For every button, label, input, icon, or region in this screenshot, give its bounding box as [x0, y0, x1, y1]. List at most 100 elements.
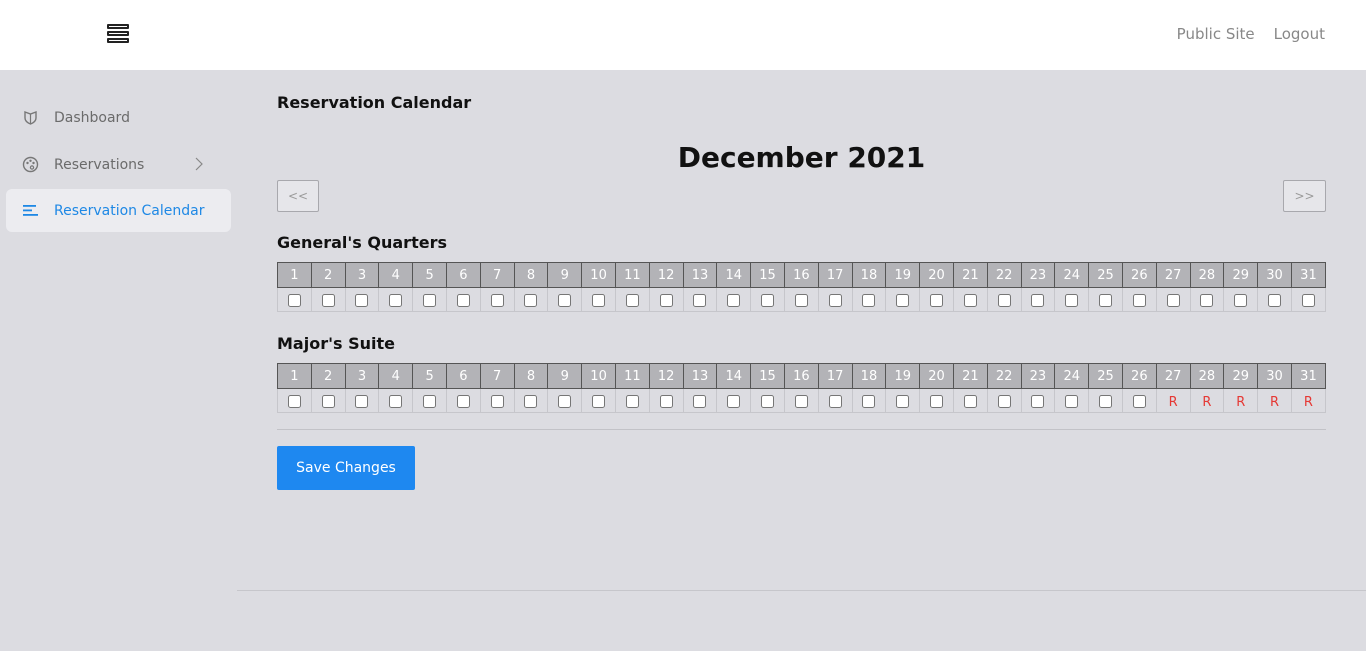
day-header: 29: [1223, 363, 1259, 389]
day-cell: [547, 388, 583, 413]
day-checkbox[interactable]: [794, 294, 808, 307]
day-checkbox[interactable]: [963, 294, 977, 307]
day-cell: [445, 287, 481, 312]
day-checkbox[interactable]: [355, 294, 369, 307]
day-checkbox[interactable]: [1166, 294, 1180, 307]
day-checkbox[interactable]: [896, 395, 910, 408]
day-header: 26: [1121, 363, 1157, 389]
logout-link[interactable]: Logout: [1274, 25, 1325, 43]
day-header: 17: [817, 363, 853, 389]
day-cell: [277, 287, 312, 312]
day-checkbox[interactable]: [963, 395, 977, 408]
day-checkbox[interactable]: [862, 395, 876, 408]
day-checkbox[interactable]: [761, 395, 775, 408]
day-checkbox[interactable]: [625, 395, 639, 408]
day-header: 22: [986, 363, 1022, 389]
previous-month-button[interactable]: <<: [277, 180, 319, 212]
day-cell: R: [1290, 388, 1327, 413]
day-checkbox[interactable]: [321, 395, 335, 408]
day-checkbox[interactable]: [558, 395, 572, 408]
day-checkbox[interactable]: [930, 395, 944, 408]
day-cell: [614, 388, 650, 413]
day-checkbox[interactable]: [659, 395, 673, 408]
day-checkbox[interactable]: [828, 395, 842, 408]
day-checkbox[interactable]: [524, 395, 538, 408]
day-header: 16: [783, 262, 819, 288]
day-checkbox[interactable]: [997, 294, 1011, 307]
day-header: 21: [952, 262, 988, 288]
day-checkbox[interactable]: [456, 294, 470, 307]
day-checkbox[interactable]: [997, 395, 1011, 408]
day-checkbox[interactable]: [625, 294, 639, 307]
day-checkbox[interactable]: [592, 395, 606, 408]
day-checkbox[interactable]: [862, 294, 876, 307]
day-checkbox[interactable]: [423, 395, 437, 408]
day-checkbox[interactable]: [1200, 294, 1214, 307]
day-header: 13: [682, 262, 718, 288]
day-checkbox[interactable]: [423, 294, 437, 307]
day-checkbox[interactable]: [287, 395, 301, 408]
day-header: 12: [648, 262, 684, 288]
day-cell: [277, 388, 312, 413]
day-checkbox[interactable]: [524, 294, 538, 307]
chevron-right-icon: [195, 157, 203, 171]
day-checkbox[interactable]: [1065, 395, 1079, 408]
day-checkbox[interactable]: [287, 294, 301, 307]
day-header-row: 1 2 3 4 5 6 7 8 9 10 11 12 13 14 15 16 17 18 19 20 21 22 23 24 2…: [277, 262, 1327, 288]
save-changes-button[interactable]: Save Changes: [277, 446, 415, 490]
hamburger-icon[interactable]: [107, 24, 129, 44]
day-checkbox[interactable]: [727, 395, 741, 408]
day-cell: [986, 388, 1022, 413]
day-cell: [412, 388, 447, 413]
day-header: 5: [412, 262, 447, 288]
day-cell: [648, 388, 684, 413]
day-checkbox[interactable]: [456, 395, 470, 408]
day-checkbox[interactable]: [1234, 294, 1248, 307]
public-site-link[interactable]: Public Site: [1177, 25, 1255, 43]
day-checkbox[interactable]: [1065, 294, 1079, 307]
day-checkbox[interactable]: [828, 294, 842, 307]
sidebar-item-dashboard[interactable]: Dashboard: [6, 96, 231, 139]
reserved-marker: R: [1168, 395, 1178, 410]
day-checkbox[interactable]: [1301, 294, 1315, 307]
sidebar-item-reservations[interactable]: Reservations: [6, 143, 231, 186]
day-checkbox[interactable]: [794, 395, 808, 408]
day-checkbox[interactable]: [355, 395, 369, 408]
day-checkbox[interactable]: [1031, 395, 1045, 408]
day-checkbox[interactable]: [693, 395, 707, 408]
palette-icon: [22, 156, 39, 173]
reserved-marker: R: [1303, 395, 1313, 410]
day-cell: [378, 388, 414, 413]
day-checkbox[interactable]: [1031, 294, 1045, 307]
day-cell: [1189, 287, 1225, 312]
day-checkbox[interactable]: [1099, 395, 1113, 408]
day-cell: [479, 287, 515, 312]
day-cell: [783, 287, 819, 312]
day-header: 3: [344, 363, 380, 389]
day-checkbox[interactable]: [727, 294, 741, 307]
day-cell: [344, 287, 380, 312]
day-checkbox[interactable]: [1132, 294, 1146, 307]
next-month-button[interactable]: >>: [1283, 180, 1326, 212]
day-checkbox[interactable]: [321, 294, 335, 307]
day-header: 5: [412, 363, 447, 389]
day-checkbox[interactable]: [693, 294, 707, 307]
day-checkbox[interactable]: [659, 294, 673, 307]
day-checkbox[interactable]: [592, 294, 606, 307]
day-checkbox[interactable]: [558, 294, 572, 307]
day-checkbox[interactable]: [930, 294, 944, 307]
room-title: General's Quarters: [277, 233, 447, 252]
day-header: 27: [1155, 363, 1191, 389]
sidebar-item-reservation-calendar[interactable]: Reservation Calendar: [6, 189, 231, 232]
day-checkbox[interactable]: [389, 395, 403, 408]
day-checkbox[interactable]: [761, 294, 775, 307]
day-checkbox[interactable]: [1268, 294, 1281, 307]
day-checkbox[interactable]: [1132, 395, 1146, 408]
day-checkbox[interactable]: [389, 294, 403, 307]
day-checkbox[interactable]: [490, 294, 504, 307]
day-header: 1: [277, 262, 312, 288]
day-checkbox[interactable]: [896, 294, 910, 307]
day-checkbox[interactable]: [490, 395, 504, 408]
day-checkbox[interactable]: [1099, 294, 1113, 307]
day-cell: [1155, 287, 1191, 312]
